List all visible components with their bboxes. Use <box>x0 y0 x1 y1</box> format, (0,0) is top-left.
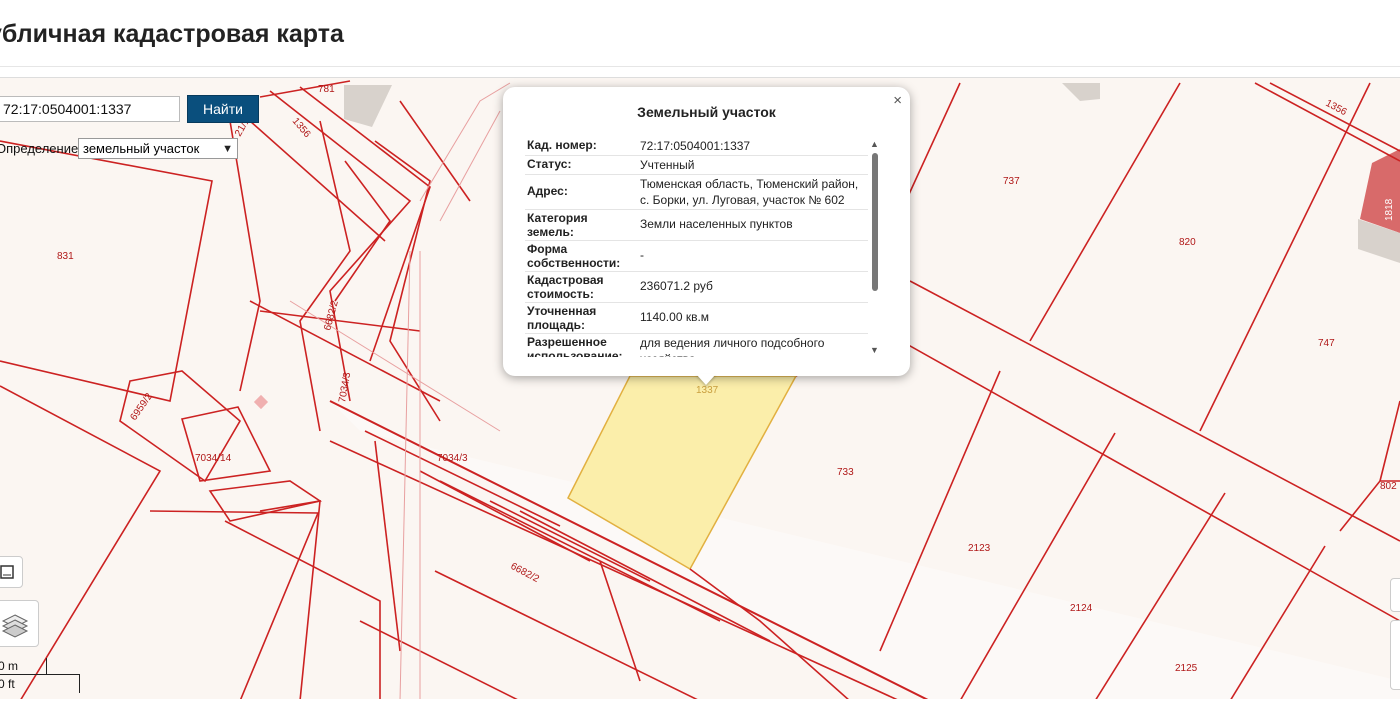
layers-icon <box>1 614 29 638</box>
parcel-label: 737 <box>1003 176 1020 187</box>
parcel-label: 2123 <box>968 543 991 554</box>
parcel-label: 2124 <box>1070 603 1093 614</box>
table-row: Уточненная площадь: 1140.00 кв.м <box>525 303 868 334</box>
parcel-label: 831 <box>57 251 74 262</box>
parcel-label: 6682/2 <box>509 561 542 585</box>
popup-scrollbar-thumb[interactable] <box>872 153 878 291</box>
parcel-label: 820 <box>1179 237 1196 248</box>
parcel-label: 6682/2 <box>322 299 341 332</box>
page-title: убличная кадастровая карта <box>0 20 344 48</box>
parcel-label: 781 <box>318 84 335 95</box>
cadastral-number-input[interactable]: 72:17:0504001:1337 <box>0 96 180 122</box>
parcel-label: 1356 <box>290 116 313 140</box>
parcel-label: 733 <box>837 467 854 478</box>
parcel-label: 7034/3 <box>437 453 468 464</box>
popup-title: Земельный участок <box>637 104 776 120</box>
layers-button[interactable] <box>0 600 39 647</box>
parcel-label: 7034/14 <box>195 453 232 464</box>
table-row: Кадастровая стоимость: 236071.2 руб <box>525 272 868 303</box>
popup-attribute-table[interactable]: Кад. номер: 72:17:0504001:1337 Статус: Учт… <box>525 137 868 357</box>
definition-selected-value: земельный участок <box>83 141 200 156</box>
scale-metric: 0 m <box>0 659 19 673</box>
find-button[interactable]: Найти <box>187 95 259 123</box>
table-row: Категория земель: Земли населенных пункто… <box>525 210 868 241</box>
scroll-up-arrow-icon[interactable]: ▲ <box>870 139 879 149</box>
parcel-label: 6959/2 <box>128 391 155 423</box>
parcel-label: 802 <box>1380 481 1397 492</box>
zoom-out-button[interactable] <box>1390 620 1400 690</box>
popup-pointer <box>696 374 716 385</box>
parcel-label: 1337 <box>696 385 719 396</box>
table-row: Кад. номер: 72:17:0504001:1337 <box>525 137 868 156</box>
scale-bar-top <box>46 658 47 674</box>
parcel-label: 7034/3 <box>337 371 353 403</box>
parcel-label: 1356 <box>1324 98 1349 118</box>
building <box>1062 83 1100 101</box>
parcel-label: 747 <box>1318 338 1335 349</box>
table-row: Форма собственности: - <box>525 241 868 272</box>
legend-button[interactable] <box>0 556 23 588</box>
close-icon[interactable]: × <box>893 92 902 109</box>
scale-bar <box>0 674 80 693</box>
parcel-info-popup: Земельный участок × Кад. номер: 72:17:050… <box>503 87 910 376</box>
table-row: Адрес: Тюменская область, Тюменский район… <box>525 175 868 210</box>
parcel-label: 1818 <box>1384 198 1395 221</box>
scroll-down-arrow-icon[interactable]: ▼ <box>870 345 879 355</box>
parcel-label: 2125 <box>1175 663 1198 674</box>
zoom-in-button[interactable] <box>1390 578 1400 612</box>
building <box>344 85 392 127</box>
definition-label: Определение: <box>0 141 82 156</box>
chevron-down-icon: ▼ <box>222 143 233 155</box>
title-divider <box>0 66 1400 67</box>
table-row: Разрешенное использование: для ведения ли… <box>525 334 868 357</box>
definition-select[interactable]: земельный участок ▼ <box>78 138 238 159</box>
table-row: Статус: Учтенный <box>525 156 868 175</box>
legend-icon <box>0 565 14 579</box>
